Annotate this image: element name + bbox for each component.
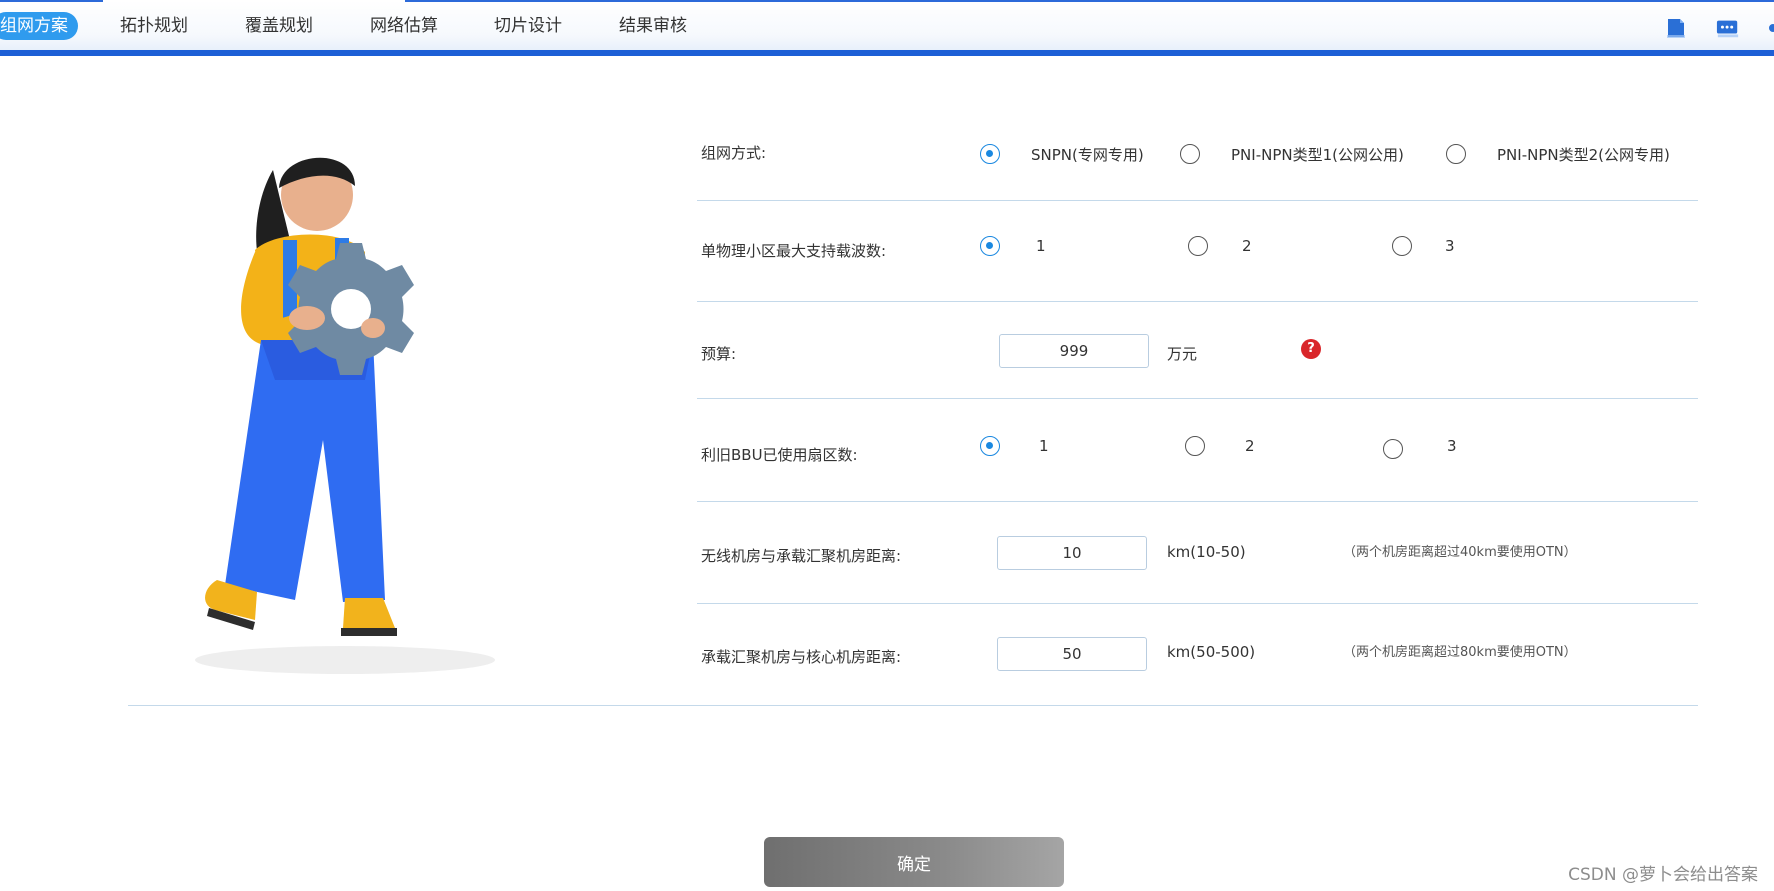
budget-help-icon[interactable]: ? xyxy=(1301,339,1321,359)
budget-unit: 万元 xyxy=(1167,345,1198,363)
max-carriers-label: 单物理小区最大支持载波数: xyxy=(701,242,887,260)
aggregation-to-core-unit: km(50-500) xyxy=(1167,643,1256,661)
tab-coverage-plan[interactable]: 覆盖规划 xyxy=(245,12,313,40)
form-bottom-divider xyxy=(128,705,1698,706)
watermark: CSDN @萝卜会给出答案 xyxy=(1568,865,1758,885)
more-icon[interactable] xyxy=(1766,16,1774,40)
tab-networking-plan[interactable]: 组网方案 xyxy=(0,12,78,40)
max-carriers-radio-1[interactable] xyxy=(980,236,1000,256)
budget-input[interactable] xyxy=(999,334,1149,368)
confirm-button[interactable]: 确定 xyxy=(764,837,1064,887)
worker-with-gear-illustration xyxy=(195,157,495,674)
tab-network-estimate[interactable]: 网络估算 xyxy=(370,12,438,40)
wireless-to-aggregation-unit: km(10-50) xyxy=(1167,543,1246,561)
reuse-bbu-option-3: 3 xyxy=(1447,437,1457,455)
tab-slice-design[interactable]: 切片设计 xyxy=(494,12,562,40)
aggregation-to-core-row: 承载汇聚机房与核心机房距离: km(50-500) （两个机房距离超过80km要… xyxy=(697,603,1698,705)
max-carriers-option-1: 1 xyxy=(1036,237,1046,255)
wireless-to-aggregation-hint: （两个机房距离超过40km要使用OTN） xyxy=(1343,545,1577,560)
networking-mode-option-pni-npn-1: PNI-NPN类型1(公网公用) xyxy=(1231,146,1404,164)
reuse-bbu-option-1: 1 xyxy=(1039,437,1049,455)
max-carriers-row: 单物理小区最大支持载波数: 1 2 3 xyxy=(697,200,1698,302)
reuse-bbu-label: 利旧BBU已使用扇区数: xyxy=(701,446,858,464)
tab-topology-plan[interactable]: 拓扑规划 xyxy=(120,12,188,40)
reuse-bbu-radio-2[interactable] xyxy=(1185,436,1205,456)
max-carriers-radio-2[interactable] xyxy=(1188,236,1208,256)
aggregation-to-core-label: 承载汇聚机房与核心机房距离: xyxy=(701,648,902,666)
reuse-bbu-row: 利旧BBU已使用扇区数: 1 2 3 xyxy=(697,398,1698,502)
wireless-to-aggregation-row: 无线机房与承载汇聚机房距离: km(10-50) （两个机房距离超过40km要使… xyxy=(697,501,1698,604)
max-carriers-option-3: 3 xyxy=(1445,237,1455,255)
networking-mode-label: 组网方式: xyxy=(701,144,767,162)
networking-mode-option-snpn: SNPN(专网专用) xyxy=(1031,146,1144,164)
aggregation-to-core-hint: （两个机房距离超过80km要使用OTN） xyxy=(1343,645,1577,660)
networking-mode-radio-pni-npn-1[interactable] xyxy=(1180,144,1200,164)
networking-mode-radio-snpn[interactable] xyxy=(980,144,1000,164)
reuse-bbu-option-2: 2 xyxy=(1245,437,1255,455)
top-nav-bar: 组网方案 拓扑规划 覆盖规划 网络估算 切片设计 结果审核 xyxy=(0,0,1774,56)
aggregation-to-core-input[interactable] xyxy=(997,637,1147,671)
networking-mode-option-pni-npn-2: PNI-NPN类型2(公网专用) xyxy=(1497,146,1670,164)
document-icon[interactable] xyxy=(1664,16,1688,40)
tab-result-review[interactable]: 结果审核 xyxy=(619,12,687,40)
chat-icon[interactable] xyxy=(1716,16,1740,40)
wireless-to-aggregation-input[interactable] xyxy=(997,536,1147,570)
budget-row: 预算: 万元 ? xyxy=(697,301,1698,399)
networking-mode-radio-pni-npn-2[interactable] xyxy=(1446,144,1466,164)
networking-mode-row: 组网方式: SNPN(专网专用) PNI-NPN类型1(公网公用) PNI-NP… xyxy=(697,116,1698,201)
max-carriers-option-2: 2 xyxy=(1242,237,1252,255)
budget-label: 预算: xyxy=(701,345,737,363)
top-accent-gap xyxy=(103,0,405,2)
max-carriers-radio-3[interactable] xyxy=(1392,236,1412,256)
wireless-to-aggregation-label: 无线机房与承载汇聚机房距离: xyxy=(701,547,902,565)
reuse-bbu-radio-1[interactable] xyxy=(980,436,1000,456)
reuse-bbu-radio-3[interactable] xyxy=(1383,439,1403,459)
